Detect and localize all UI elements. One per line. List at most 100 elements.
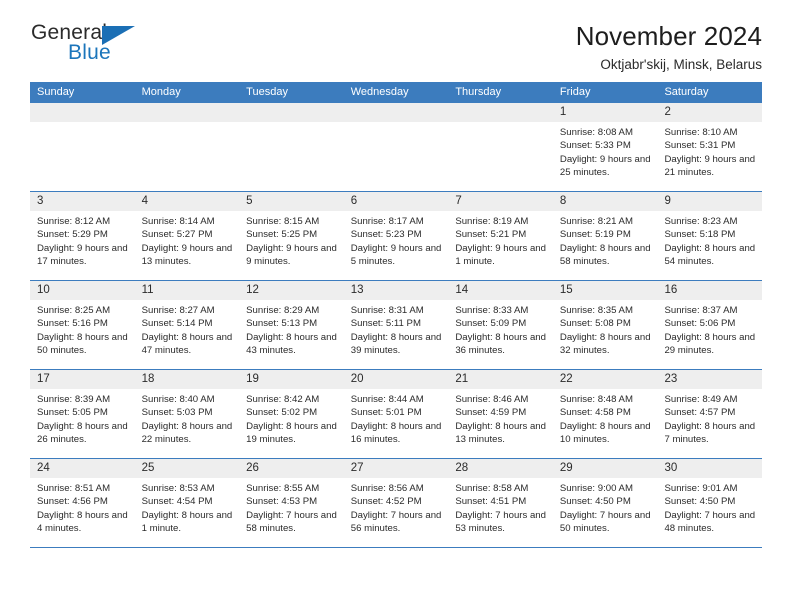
calendar-day-cell[interactable]: 28 Sunrise: 8:58 AM Sunset: 4:51 PM Dayligh… [448,459,553,547]
weekday-header-row: Sunday Monday Tuesday Wednesday Thursday… [30,82,762,103]
calendar-day-cell[interactable]: 1 Sunrise: 8:08 AM Sunset: 5:33 PM Daylight… [552,103,658,191]
day-number: 23 [664,373,678,385]
sunset-text: Sunset: 4:50 PM [664,496,736,508]
calendar-day-cell[interactable]: 21 Sunrise: 8:46 AM Sunset: 4:59 PM Dayligh… [448,370,553,458]
day-sun-info: Sunrise: 8:15 AM Sunset: 5:25 PM Daylight:… [239,211,344,269]
calendar-day-cell[interactable]: 13 Sunrise: 8:31 AM Sunset: 5:11 PM Dayligh… [343,281,449,369]
calendar-day-cell[interactable]: 2 Sunrise: 8:10 AM Sunset: 5:31 PM Daylight… [657,103,763,191]
calendar-day-cell[interactable]: 14 Sunrise: 8:33 AM Sunset: 5:09 PM Dayligh… [448,281,553,369]
sunset-text: Sunset: 5:02 PM [246,407,318,419]
day-number: 29 [559,462,573,474]
title-block: November 2024 Oktjabr'skij, Minsk, Belar… [576,21,762,73]
calendar-weeks: 1 Sunrise: 8:08 AM Sunset: 5:33 PM Daylight… [30,103,763,548]
calendar-day-cell[interactable]: 12 Sunrise: 8:29 AM Sunset: 5:13 PM Dayligh… [239,281,344,369]
calendar-week-row: 17 Sunrise: 8:39 AM Sunset: 5:05 PM Dayligh… [30,370,763,459]
calendar-day-cell[interactable]: 26 Sunrise: 8:55 AM Sunset: 4:53 PM Dayligh… [239,459,344,547]
day-number: 5 [246,195,253,207]
sunrise-text: Sunrise: 8:42 AM [246,394,320,405]
sunset-text: Sunset: 4:56 PM [37,496,108,508]
day-sun-info: Sunrise: 8:39 AM Sunset: 5:05 PM Daylight:… [30,389,135,447]
calendar-day-cell[interactable]: 15 Sunrise: 8:35 AM Sunset: 5:08 PM Dayligh… [552,281,658,369]
calendar-day-cell[interactable]: 10 Sunrise: 8:25 AM Sunset: 5:16 PM Dayligh… [30,281,135,369]
daylight-text: Daylight: 8 hours and 1 minute. [141,509,233,535]
day-number: 27 [350,462,364,474]
calendar-day-cell[interactable]: 29 Sunrise: 9:00 AM Sunset: 4:50 PM Dayligh… [552,459,658,547]
calendar-day-cell-empty [239,103,344,191]
day-sun-info: Sunrise: 8:46 AM Sunset: 4:59 PM Daylight:… [448,389,553,447]
sunset-text: Sunset: 4:58 PM [559,407,631,419]
day-number: 24 [37,462,50,474]
calendar-day-cell[interactable]: 19 Sunrise: 8:42 AM Sunset: 5:02 PM Dayligh… [239,370,344,458]
daylight-text: Daylight: 8 hours and 43 minutes. [246,331,337,357]
daylight-text: Daylight: 8 hours and 39 minutes. [350,331,442,357]
day-sun-info: Sunrise: 8:23 AM Sunset: 5:18 PM Daylight:… [657,211,762,269]
general-blue-logo[interactable]: General Blue [30,22,180,74]
sunrise-text: Sunrise: 8:21 AM [559,216,633,227]
day-number-strip: 23 [657,370,763,389]
calendar-day-cell[interactable]: 23 Sunrise: 8:49 AM Sunset: 4:57 PM Dayligh… [657,370,763,458]
calendar-day-cell[interactable]: 5 Sunrise: 8:15 AM Sunset: 5:25 PM Daylight… [239,192,344,280]
sunrise-text: Sunrise: 8:14 AM [141,216,215,227]
day-number-strip [239,103,344,122]
calendar-day-cell[interactable]: 8 Sunrise: 8:21 AM Sunset: 5:19 PM Daylight… [552,192,658,280]
calendar-day-cell[interactable]: 22 Sunrise: 8:48 AM Sunset: 4:58 PM Dayligh… [552,370,658,458]
day-number-strip: 18 [134,370,240,389]
day-sun-info: Sunrise: 8:14 AM Sunset: 5:27 PM Daylight:… [135,211,240,269]
calendar-day-cell[interactable]: 30 Sunrise: 9:01 AM Sunset: 4:50 PM Dayligh… [657,459,763,547]
calendar-day-cell[interactable]: 20 Sunrise: 8:44 AM Sunset: 5:01 PM Dayligh… [343,370,449,458]
daylight-text: Daylight: 8 hours and 13 minutes. [455,420,546,446]
sunset-text: Sunset: 5:13 PM [246,318,318,330]
day-sun-info: Sunrise: 8:27 AM Sunset: 5:14 PM Daylight:… [135,300,240,358]
logo-text-blue: Blue [68,41,111,64]
daylight-text: Daylight: 8 hours and 36 minutes. [455,331,546,357]
sunrise-text: Sunrise: 8:27 AM [141,305,215,316]
sunrise-text: Sunrise: 8:31 AM [350,305,424,316]
day-number-strip: 21 [448,370,553,389]
calendar-day-cell-empty [448,103,553,191]
day-number-strip [343,103,449,122]
calendar-day-cell[interactable]: 17 Sunrise: 8:39 AM Sunset: 5:05 PM Dayligh… [30,370,135,458]
calendar-day-cell[interactable]: 4 Sunrise: 8:14 AM Sunset: 5:27 PM Daylight… [134,192,240,280]
sunset-text: Sunset: 4:51 PM [455,496,527,508]
calendar-day-cell[interactable]: 24 Sunrise: 8:51 AM Sunset: 4:56 PM Dayligh… [30,459,135,547]
sunrise-text: Sunrise: 8:17 AM [350,216,424,227]
sunset-text: Sunset: 5:19 PM [559,229,631,241]
sunset-text: Sunset: 5:09 PM [455,318,527,330]
day-sun-info: Sunrise: 8:56 AM Sunset: 4:52 PM Daylight:… [344,478,449,536]
weekday-wednesday: Wednesday [350,86,409,98]
sunset-text: Sunset: 4:50 PM [559,496,631,508]
day-number: 25 [141,462,155,474]
calendar-day-cell[interactable]: 16 Sunrise: 8:37 AM Sunset: 5:06 PM Dayligh… [657,281,763,369]
day-number-strip: 17 [30,370,135,389]
daylight-text: Daylight: 8 hours and 26 minutes. [37,420,128,446]
calendar-day-cell[interactable]: 18 Sunrise: 8:40 AM Sunset: 5:03 PM Dayligh… [134,370,240,458]
calendar-day-cell[interactable]: 27 Sunrise: 8:56 AM Sunset: 4:52 PM Dayligh… [343,459,449,547]
sunrise-text: Sunrise: 8:46 AM [455,394,529,405]
calendar-day-cell[interactable]: 25 Sunrise: 8:53 AM Sunset: 4:54 PM Dayligh… [134,459,240,547]
sunrise-text: Sunrise: 8:39 AM [37,394,111,405]
calendar-day-cell[interactable]: 9 Sunrise: 8:23 AM Sunset: 5:18 PM Daylight… [657,192,763,280]
daylight-text: Daylight: 9 hours and 25 minutes. [559,153,651,179]
calendar-day-cell[interactable]: 3 Sunrise: 8:12 AM Sunset: 5:29 PM Daylight… [30,192,135,280]
page-subtitle: Oktjabr'skij, Minsk, Belarus [600,57,762,73]
day-number-strip: 13 [343,281,449,300]
day-sun-info: Sunrise: 8:17 AM Sunset: 5:23 PM Daylight:… [344,211,449,269]
sunrise-text: Sunrise: 8:48 AM [559,394,633,405]
sunrise-text: Sunrise: 8:56 AM [350,483,424,494]
day-sun-info: Sunrise: 8:48 AM Sunset: 4:58 PM Daylight:… [553,389,658,447]
sunset-text: Sunset: 5:01 PM [350,407,422,419]
sunset-text: Sunset: 5:05 PM [37,407,108,419]
page-header: General Blue November 2024 Oktjabr'skij,… [30,0,762,72]
sunset-text: Sunset: 4:53 PM [246,496,318,508]
day-sun-info: Sunrise: 8:35 AM Sunset: 5:08 PM Daylight:… [553,300,658,358]
day-number: 8 [559,195,567,207]
day-sun-info: Sunrise: 9:00 AM Sunset: 4:50 PM Daylight:… [553,478,658,536]
sunset-text: Sunset: 4:52 PM [350,496,422,508]
day-number: 20 [350,373,364,385]
day-number: 9 [664,195,671,207]
calendar-day-cell[interactable]: 6 Sunrise: 8:17 AM Sunset: 5:23 PM Daylight… [343,192,449,280]
day-number: 18 [141,373,155,385]
calendar-day-cell[interactable]: 11 Sunrise: 8:27 AM Sunset: 5:14 PM Dayligh… [134,281,240,369]
day-number-strip [30,103,135,122]
calendar-day-cell[interactable]: 7 Sunrise: 8:19 AM Sunset: 5:21 PM Daylight… [448,192,553,280]
